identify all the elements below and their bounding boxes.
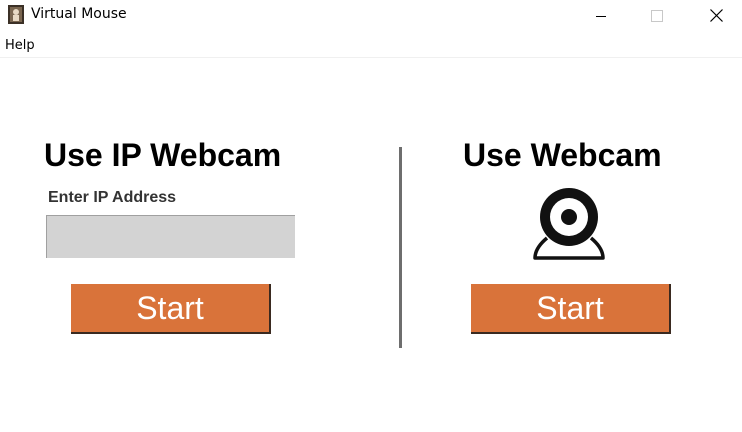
ip-address-input[interactable] [46,215,295,258]
webcam-icon [533,188,605,260]
ip-webcam-heading: Use IP Webcam [44,137,282,173]
title-bar: Virtual Mouse [0,0,742,31]
minimize-icon [596,15,606,17]
panel-divider [399,147,402,348]
app-window: Virtual Mouse Help Use IP Webcam Enter I… [0,0,742,432]
maximize-icon [651,9,663,22]
app-icon [8,5,24,24]
close-button[interactable] [693,0,739,31]
menu-item-help[interactable]: Help [5,38,35,53]
webcam-heading: Use Webcam [463,137,662,173]
ip-address-label: Enter IP Address [48,189,177,206]
close-icon [709,9,723,22]
window-title: Virtual Mouse [31,6,127,22]
menu-bar: Help [0,33,742,58]
ip-start-button[interactable]: Start [71,284,271,334]
webcam-start-button[interactable]: Start [471,284,671,334]
maximize-button[interactable] [634,0,680,31]
minimize-button[interactable] [578,0,624,31]
